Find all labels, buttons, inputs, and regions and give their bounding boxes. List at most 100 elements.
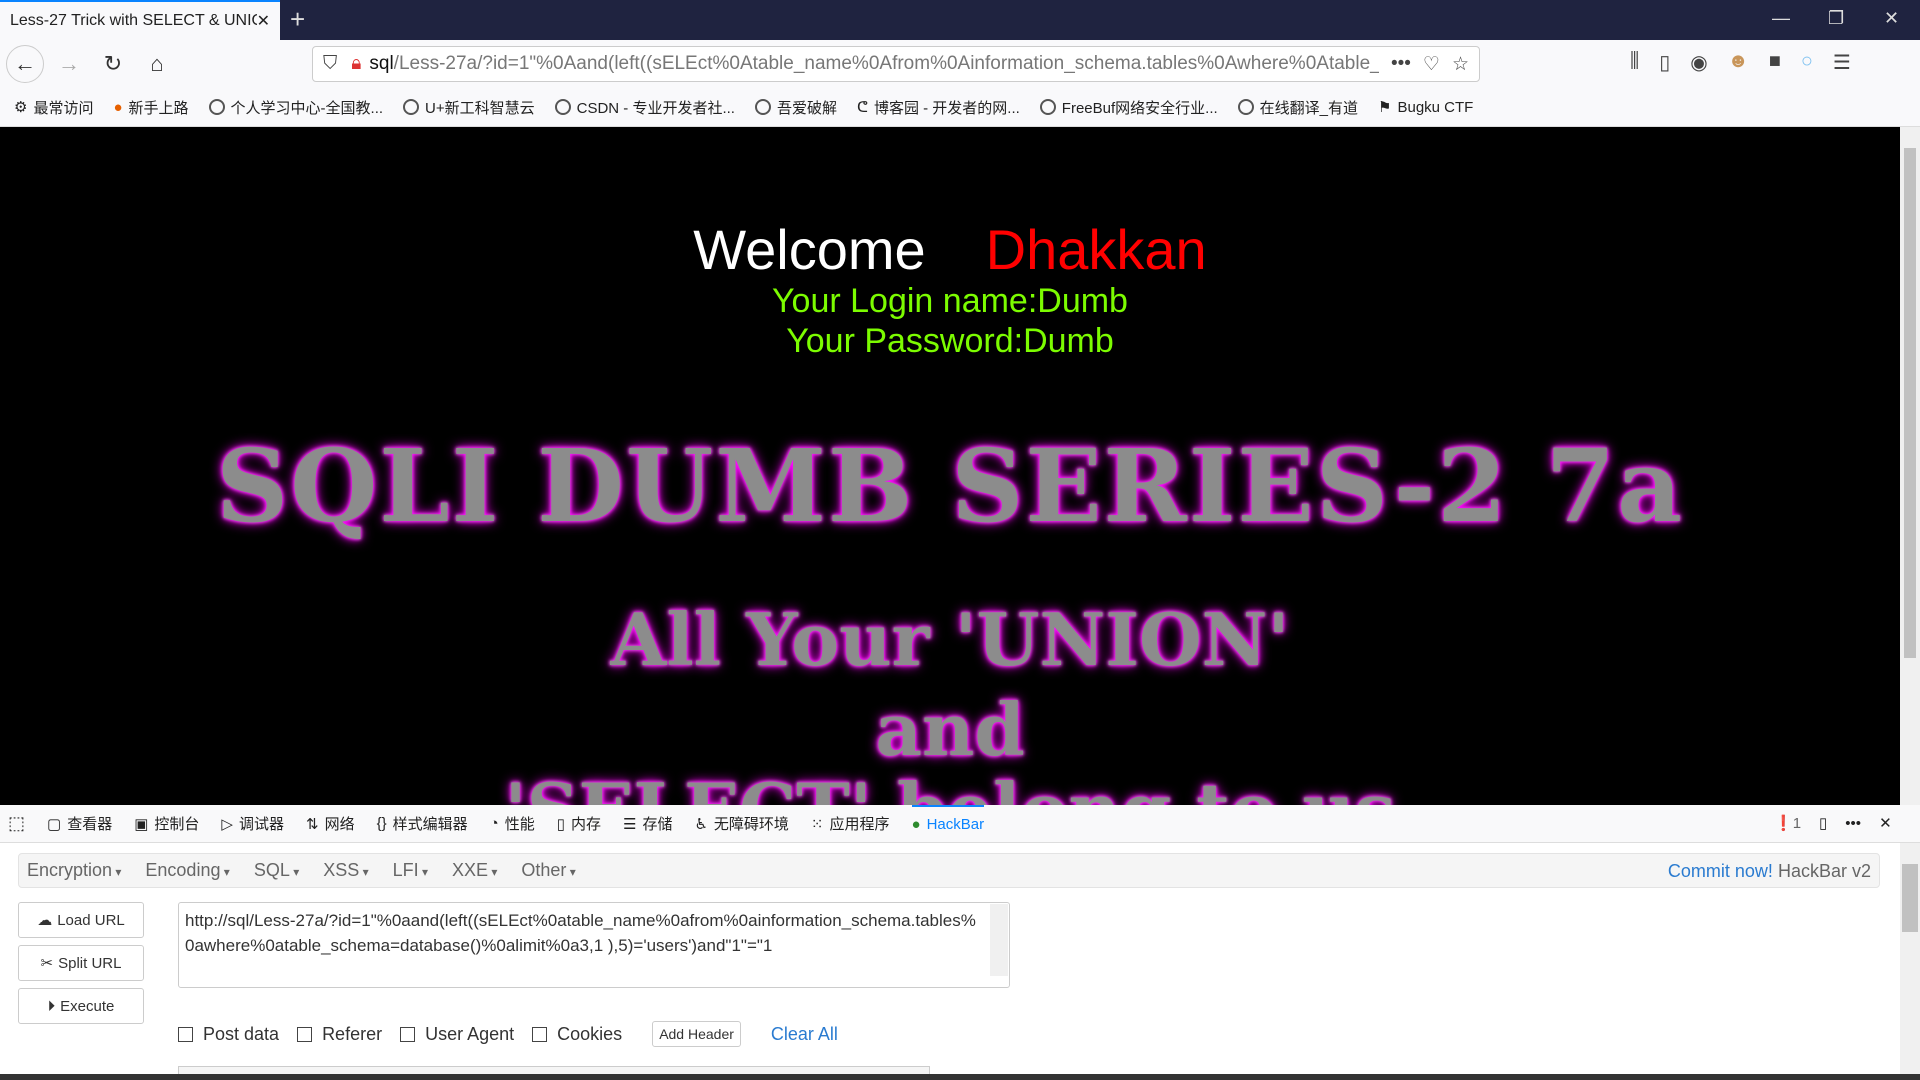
tab-label: 控制台 (154, 816, 200, 833)
reload-button[interactable]: ↻ (94, 45, 132, 83)
menu-encryption[interactable]: Encryption (27, 860, 121, 881)
bookmark-star-icon[interactable]: ☆ (1452, 53, 1469, 76)
welcome-name: Dhakkan (985, 218, 1207, 281)
globe-icon (403, 99, 420, 115)
textarea-scrollbar[interactable] (990, 904, 1008, 976)
menu-icon[interactable]: ☰ (1833, 50, 1851, 75)
add-header-button[interactable]: Add Header (652, 1021, 741, 1047)
close-tab-icon[interactable]: ✕ (257, 11, 270, 31)
home-button[interactable]: ⌂ (138, 45, 176, 83)
bookmark-item[interactable]: FreeBuf网络安全行业... (1039, 97, 1218, 118)
bookmark-item[interactable]: 在线翻译_有道 (1237, 97, 1358, 118)
bookmark-item[interactable]: ● 新手上路 (113, 97, 188, 118)
referer-checkbox[interactable]: Referer (297, 1024, 382, 1045)
tab-accessibility[interactable]: ♿︎ 无障碍环境 (694, 813, 788, 834)
more-actions-icon[interactable]: ••• (1391, 53, 1411, 75)
user-agent-checkbox[interactable]: User Agent (400, 1024, 514, 1045)
sidebar-icon[interactable]: ▯ (1659, 50, 1670, 75)
close-window-button[interactable]: ✕ (1884, 8, 1899, 29)
account-icon[interactable]: ◉ (1690, 50, 1707, 75)
post-data-checkbox[interactable]: Post data (178, 1024, 279, 1045)
bottom-edge (0, 1074, 1920, 1080)
menu-encoding[interactable]: Encoding (145, 860, 229, 881)
url-bar[interactable]: ⛉ 🔒︎ sql/Less-27a/?id=1"%0Aand(left((sEL… (312, 46, 1480, 82)
tab-network[interactable]: ⇅ 网络 (306, 813, 355, 834)
extension-circle-icon[interactable]: ○ (1801, 50, 1813, 75)
menu-lfi[interactable]: LFI (393, 860, 428, 881)
load-url-button[interactable]: ☁ Load URL (18, 902, 144, 938)
tab-storage[interactable]: ☰ 存储 (623, 813, 672, 834)
globe-icon (208, 99, 225, 115)
browser-tab[interactable]: Less-27 Trick with SELECT & UNION ✕ (0, 0, 280, 40)
tab-label: 存储 (642, 816, 673, 833)
welcome-text: Welcome (693, 218, 926, 281)
bookmark-label: 新手上路 (128, 99, 189, 117)
menu-other[interactable]: Other (521, 860, 575, 881)
bookmark-item[interactable]: CSDN - 专业开发者社... (554, 97, 735, 118)
error-count[interactable]: ❗1 (1774, 814, 1801, 832)
tab-inspector[interactable]: ▢ 查看器 (47, 813, 112, 834)
bookmark-label: 吾爱破解 (776, 99, 837, 117)
new-tab-button[interactable]: + (290, 4, 305, 35)
checkbox[interactable] (178, 1026, 193, 1042)
extension-icon[interactable]: ■ (1769, 50, 1781, 75)
menu-sql[interactable]: SQL (254, 860, 299, 881)
shield-icon[interactable]: ⛉ (323, 53, 337, 75)
option-label: User Agent (425, 1023, 515, 1044)
close-devtools-icon[interactable]: ✕ (1879, 814, 1892, 832)
checkbox[interactable] (297, 1026, 313, 1042)
menu-xxe[interactable]: XXE (452, 860, 497, 881)
bookmark-item[interactable]: ⚑ Bugku CTF (1378, 98, 1474, 117)
inspector-icon: ▢ (47, 815, 62, 833)
restore-button[interactable]: ❐ (1828, 8, 1844, 29)
tab-style-editor[interactable]: {} 样式编辑器 (377, 813, 468, 834)
tab-console[interactable]: ▣ 控制台 (134, 813, 199, 834)
checkbox[interactable] (532, 1026, 548, 1042)
tab-performance[interactable]: ◔ 性能 (490, 813, 535, 834)
bookmark-label: 最常访问 (33, 99, 94, 117)
flag-icon: ⚑ (1378, 99, 1392, 116)
page-scrollbar-thumb[interactable] (1904, 148, 1916, 658)
execute-button[interactable]: ⏵ Execute (18, 988, 144, 1024)
insecure-lock-icon[interactable]: 🔒︎ (351, 53, 361, 75)
tab-debugger[interactable]: ▷ 调试器 (221, 813, 284, 834)
back-button[interactable]: ← (6, 45, 44, 83)
tab-application[interactable]: ⁙ 应用程序 (811, 813, 890, 834)
menu-xss[interactable]: XSS (323, 860, 368, 881)
tab-memory[interactable]: ▯ 内存 (557, 813, 601, 834)
tab-label: 查看器 (67, 816, 113, 833)
tab-hackbar[interactable]: ● HackBar (911, 804, 985, 843)
bookmark-item[interactable]: ᕦ 博客园 - 开发者的网... (857, 97, 1020, 118)
library-icon[interactable]: ⫼ (1630, 50, 1639, 75)
tab-title: Less-27 Trick with SELECT & UNION (10, 12, 257, 29)
more-options-icon[interactable]: ••• (1845, 815, 1861, 832)
devtools-scrollbar-thumb[interactable] (1902, 864, 1918, 932)
commit-link[interactable]: Commit now! HackBar v2 (1668, 861, 1871, 882)
bookmark-item[interactable]: 吾爱破解 (754, 97, 837, 118)
login-name: Your Login name:Dumb (772, 282, 1128, 320)
braces-icon: {} (376, 815, 387, 832)
clear-all-link[interactable]: Clear All (771, 1024, 838, 1045)
cookies-checkbox[interactable]: Cookies (532, 1024, 622, 1045)
globe-icon (1237, 99, 1254, 115)
tab-label: 内存 (570, 816, 601, 833)
tab-label: 网络 (324, 816, 355, 833)
pocket-icon[interactable]: ♡ (1423, 53, 1440, 76)
minimize-button[interactable]: — (1772, 8, 1790, 29)
password: Your Password:Dumb (786, 322, 1114, 360)
bookmark-item[interactable]: ⚙ 最常访问 (14, 97, 93, 118)
checkbox[interactable] (400, 1026, 416, 1042)
split-url-button[interactable]: ✂ Split URL (18, 945, 144, 981)
commit-text[interactable]: Commit now! (1668, 861, 1773, 881)
extension-monkey-icon[interactable]: ☻ (1728, 50, 1749, 75)
storage-icon: ☰ (622, 815, 637, 833)
url-textarea[interactable]: http://sql/Less-27a/?id=1"%0aand(left((s… (178, 902, 1010, 988)
bookmark-item[interactable]: 个人学习中心-全国教... (208, 97, 383, 118)
bookmark-label: Bugku CTF (1397, 98, 1474, 116)
responsive-mode-icon[interactable]: ▯ (1819, 814, 1827, 832)
button-label: Execute (60, 997, 115, 1015)
tab-label: 样式编辑器 (392, 816, 468, 833)
element-picker-icon[interactable]: ⬚ (8, 813, 25, 834)
forward-button[interactable]: → (50, 45, 88, 83)
bookmark-item[interactable]: U+新工科智慧云 (403, 97, 535, 118)
